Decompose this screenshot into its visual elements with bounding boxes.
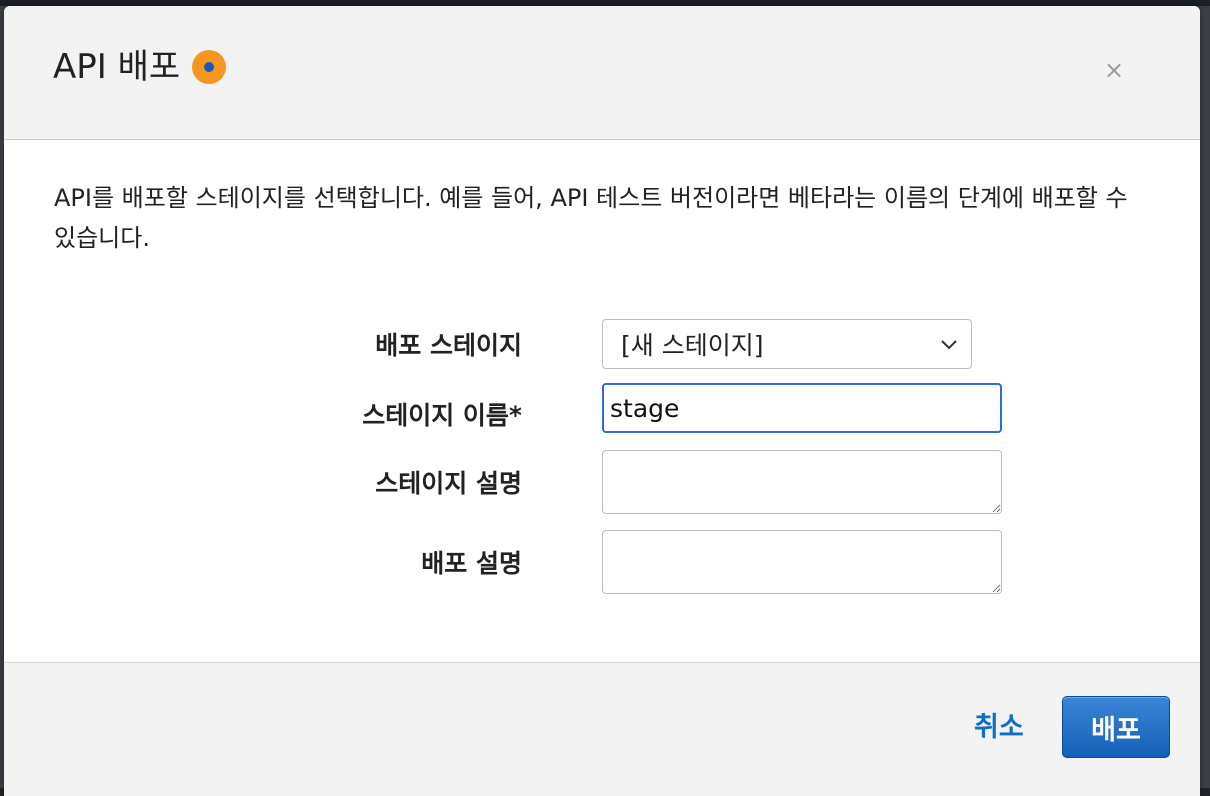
- deployment-description-label: 배포 설명: [421, 549, 522, 578]
- chevron-down-icon: [941, 340, 957, 350]
- deploy-button[interactable]: 배포: [1062, 696, 1170, 758]
- dialog-body: API를 배포할 스테이지를 선택합니다. 예를 들어, API 테스트 버전이…: [4, 140, 1200, 662]
- stage-name-label: 스테이지 이름*: [362, 401, 522, 430]
- close-icon[interactable]: ×: [1102, 58, 1126, 82]
- deploy-api-dialog: API 배포 × API를 배포할 스테이지를 선택합니다. 예를 들어, AP…: [4, 6, 1200, 796]
- deploy-stage-select[interactable]: [새 스테이지]: [602, 319, 972, 369]
- info-icon[interactable]: [192, 50, 227, 84]
- deploy-stage-selected-value: [새 스테이지]: [621, 331, 764, 360]
- cancel-button[interactable]: 취소: [974, 705, 1024, 744]
- deploy-stage-label: 배포 스테이지: [375, 331, 522, 360]
- dialog-description: API를 배포할 스테이지를 선택합니다. 예를 들어, API 테스트 버전이…: [54, 184, 1128, 252]
- dialog-footer: 취소 배포: [4, 662, 1200, 796]
- stage-description-textarea[interactable]: [602, 450, 1002, 514]
- stage-description-label: 스테이지 설명: [375, 469, 522, 498]
- dialog-title: API 배포: [53, 47, 181, 87]
- stage-name-input[interactable]: [602, 383, 1002, 433]
- deployment-description-textarea[interactable]: [602, 530, 1002, 594]
- dialog-title-wrap: API 배포: [53, 44, 227, 90]
- dialog-header: API 배포 ×: [4, 6, 1200, 140]
